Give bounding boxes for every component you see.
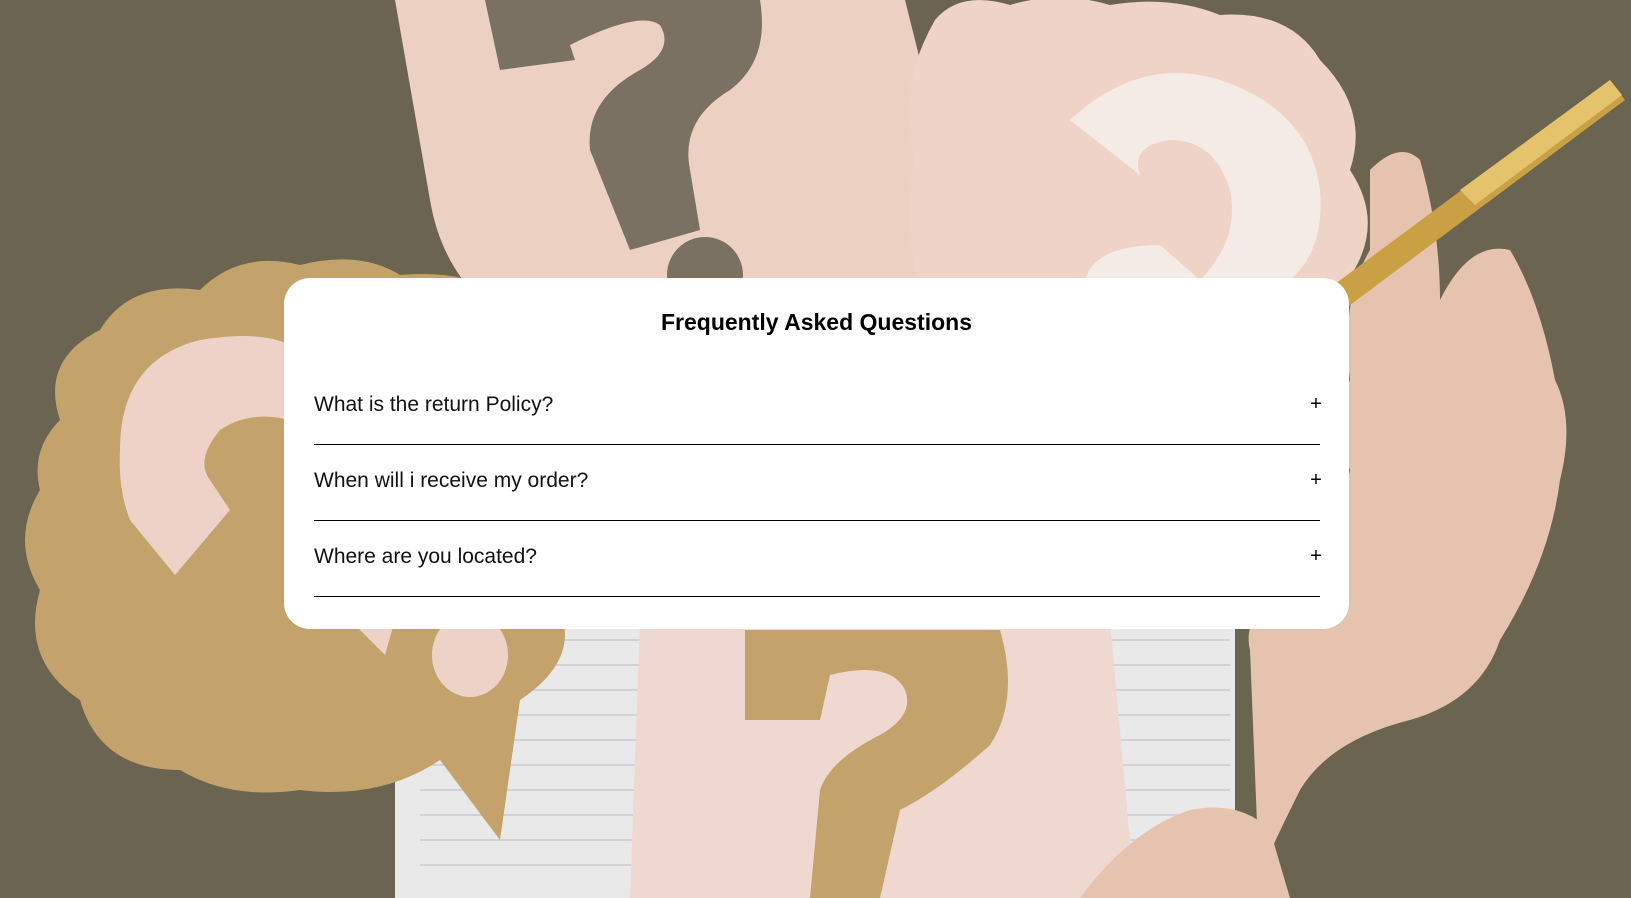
faq-item-order-delivery[interactable]: When will i receive my order? + (314, 445, 1322, 521)
faq-card: Frequently Asked Questions What is the r… (284, 278, 1349, 629)
plus-icon[interactable]: + (1306, 545, 1326, 568)
faq-item-return-policy[interactable]: What is the return Policy? + (314, 369, 1322, 445)
plus-icon[interactable]: + (1306, 469, 1326, 492)
plus-icon[interactable]: + (1306, 393, 1326, 416)
faq-question: What is the return Policy? (314, 392, 554, 416)
page-background: Frequently Asked Questions What is the r… (0, 0, 1631, 898)
faq-question: When will i receive my order? (314, 468, 589, 492)
faq-item-location[interactable]: Where are you located? + (314, 521, 1322, 597)
faq-question: Where are you located? (314, 544, 537, 568)
faq-list: What is the return Policy? + When will i… (314, 369, 1322, 597)
faq-title: Frequently Asked Questions (661, 309, 972, 335)
